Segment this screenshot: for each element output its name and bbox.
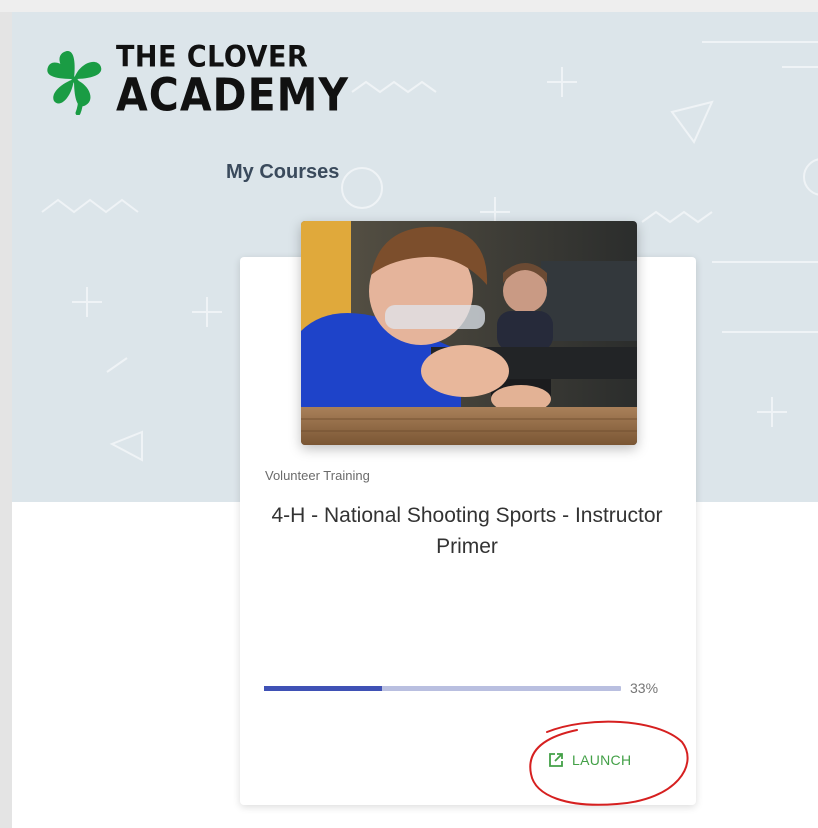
page-frame: THE CLOVER ACADEMY My Courses Volunteer …	[12, 12, 818, 828]
progress-bar	[264, 686, 621, 691]
brand-name-line2: ACADEMY	[116, 68, 350, 121]
course-title[interactable]: 4-H - National Shooting Sports - Instruc…	[252, 500, 682, 562]
course-thumbnail[interactable]	[301, 221, 637, 445]
launch-button-label: LAUNCH	[572, 752, 632, 768]
course-category: Volunteer Training	[265, 468, 370, 483]
progress-fill	[264, 686, 382, 691]
open-in-new-icon	[549, 753, 563, 767]
brand-logo[interactable]: THE CLOVER ACADEMY	[38, 39, 350, 121]
course-photo	[301, 221, 637, 445]
progress-percent: 33%	[630, 680, 659, 696]
four-leaf-clover-icon	[47, 50, 102, 115]
launch-button[interactable]: LAUNCH	[548, 745, 631, 775]
window-top-strip	[0, 0, 818, 12]
page-title: My Courses	[226, 161, 340, 183]
brand-name-line1: THE CLOVER	[116, 39, 309, 74]
